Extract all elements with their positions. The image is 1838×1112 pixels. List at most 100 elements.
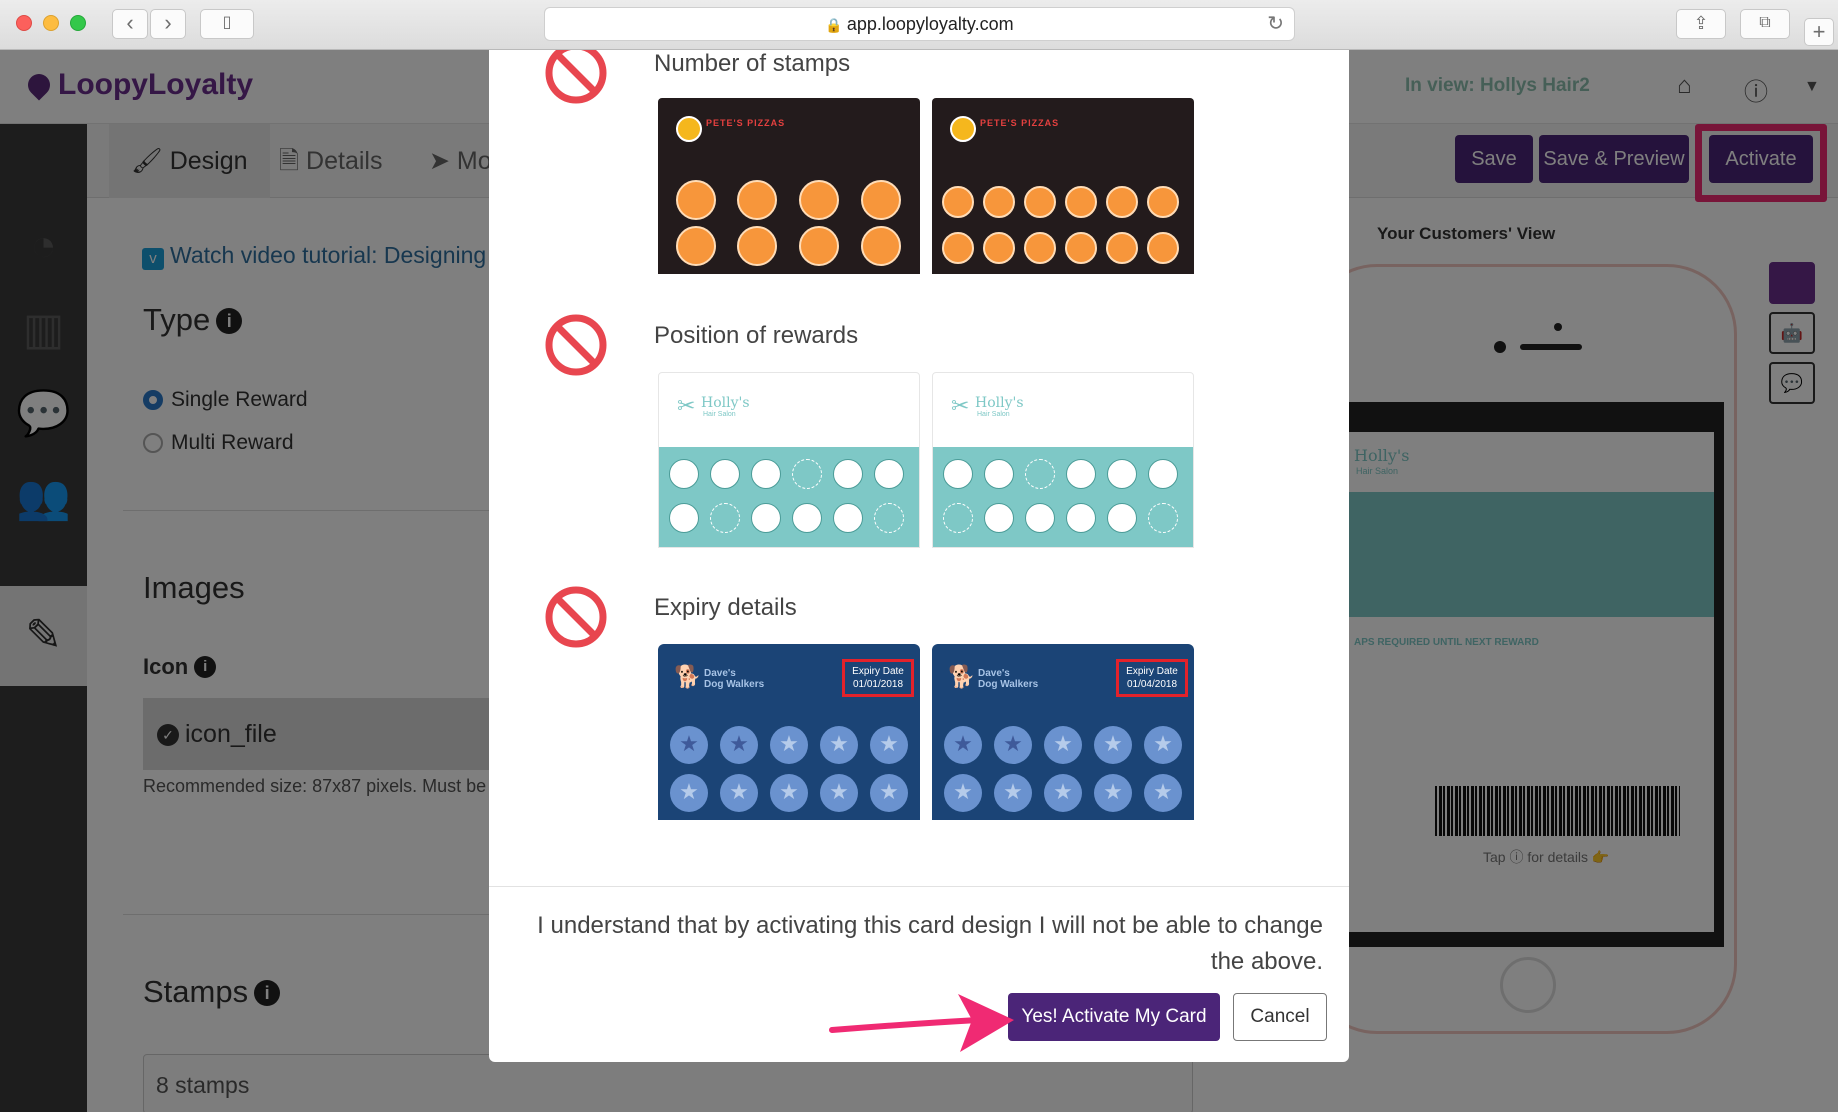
dave-brand: Dave's Dog Walkers — [704, 668, 764, 690]
pizza-stamp — [861, 180, 901, 220]
pizza-brand: PETE'S PIZZAS — [706, 118, 786, 128]
scissors-icon: ✂ — [951, 393, 970, 418]
holly-stamp — [874, 459, 904, 489]
star-stamp: ★ — [1144, 726, 1182, 764]
close-window-button[interactable] — [16, 15, 32, 31]
card-example-expiry-a: 🐕 Dave's Dog Walkers Expiry Date 01/01/201… — [658, 644, 920, 820]
understand-text: I understand that by activating this car… — [537, 912, 1323, 975]
pizza-stamp — [983, 186, 1015, 218]
expiry-box: Expiry Date 01/01/2018 — [842, 659, 914, 697]
activate-confirm-modal: Number of stamps PETE'S PIZZAS PETE'S PI… — [489, 50, 1349, 1062]
scissors-icon: ✂ — [677, 393, 696, 418]
pizza-stamp — [1147, 186, 1179, 218]
forbidden-icon — [545, 50, 607, 104]
holly-stamp — [751, 459, 781, 489]
forbidden-icon — [545, 586, 607, 648]
dave-brand-line-2: Dog Walkers — [978, 679, 1039, 690]
holly-stamp — [1066, 503, 1096, 533]
holly-stamp — [1107, 459, 1137, 489]
star-stamp: ★ — [820, 726, 858, 764]
star-stamp: ★ — [670, 726, 708, 764]
star-stamp: ★ — [770, 774, 808, 812]
holly-stamp — [792, 503, 822, 533]
expiry-date: 01/04/2018 — [1126, 679, 1178, 690]
pizza-brand: PETE'S PIZZAS — [980, 118, 1060, 128]
share-icon: ⇪ — [1693, 13, 1709, 33]
confirm-activate-button[interactable]: Yes! Activate My Card — [1008, 993, 1220, 1041]
pizza-stamp — [861, 226, 901, 266]
pizza-stamp — [737, 226, 777, 266]
forward-button[interactable]: › — [150, 9, 186, 39]
pizza-stamp — [942, 186, 974, 218]
lock-icon: 🔒 — [825, 17, 843, 33]
sidebar-icon: ▯ — [222, 14, 232, 31]
pizza-stamp — [1065, 186, 1097, 218]
pizza-stamp — [1065, 232, 1097, 264]
holly-reward-slot — [874, 503, 904, 533]
tabs-overview-button[interactable]: ⧉ — [1740, 9, 1790, 39]
card-example-reward-position-a: ✂ Holly's Hair Salon — [658, 372, 920, 548]
holly-stamp — [710, 459, 740, 489]
dave-brand: Dave's Dog Walkers — [978, 668, 1038, 690]
holly-reward-slot — [1148, 503, 1178, 533]
star-stamp: ★ — [870, 726, 908, 764]
holly-sub: Hair Salon — [703, 411, 736, 418]
back-button[interactable]: ‹ — [112, 9, 148, 39]
star-stamp: ★ — [720, 726, 758, 764]
holly-reward-slot — [1025, 459, 1055, 489]
holly-stamp — [1025, 503, 1055, 533]
cancel-button[interactable]: Cancel — [1233, 993, 1327, 1041]
pizza-stamp — [942, 232, 974, 264]
pizza-stamp — [1024, 232, 1056, 264]
holly-stamp — [943, 459, 973, 489]
new-tab-button[interactable]: + — [1804, 18, 1834, 46]
star-stamp: ★ — [820, 774, 858, 812]
holly-stamp — [984, 459, 1014, 489]
share-button[interactable]: ⇪ — [1676, 9, 1726, 39]
star-stamp: ★ — [870, 774, 908, 812]
holly-brand: Holly's — [975, 395, 1024, 411]
card-example-expiry-b: 🐕 Dave's Dog Walkers Expiry Date 01/04/201… — [932, 644, 1194, 820]
dog-icon: 🐕 — [948, 664, 976, 689]
holly-sub: Hair Salon — [977, 411, 1010, 418]
zoom-window-button[interactable] — [70, 15, 86, 31]
reload-icon[interactable]: ↻ — [1267, 8, 1284, 40]
sidebar-toggle-button[interactable]: ▯ — [200, 9, 254, 39]
holly-stamp — [833, 503, 863, 533]
pizza-stamp — [1024, 186, 1056, 218]
star-stamp: ★ — [770, 726, 808, 764]
card-example-12-stamps: PETE'S PIZZAS — [932, 98, 1194, 274]
star-stamp: ★ — [670, 774, 708, 812]
expiry-box: Expiry Date 01/04/2018 — [1116, 659, 1188, 697]
star-stamp: ★ — [1144, 774, 1182, 812]
holly-stamp — [833, 459, 863, 489]
expiry-label: Expiry Date — [1126, 666, 1178, 677]
address-bar[interactable]: 🔒 app.loopyloyalty.com ↻ — [544, 7, 1295, 41]
pizza-stamp — [1106, 186, 1138, 218]
holly-stamp — [669, 503, 699, 533]
holly-stamp — [1148, 459, 1178, 489]
star-stamp: ★ — [944, 774, 982, 812]
pointer-arrow-icon — [829, 994, 1014, 1052]
url-text: app.loopyloyalty.com — [846, 14, 1014, 34]
pizza-stamp — [799, 180, 839, 220]
pizza-logo-icon — [676, 116, 702, 142]
dave-brand-line-1: Dave's — [978, 668, 1010, 679]
dave-brand-line-2: Dog Walkers — [704, 679, 765, 690]
pizza-stamp — [676, 226, 716, 266]
holly-stamp — [984, 503, 1014, 533]
stamp-band — [933, 447, 1193, 547]
dog-icon: 🐕 — [674, 664, 702, 689]
star-stamp: ★ — [720, 774, 758, 812]
pizza-stamp — [1106, 232, 1138, 264]
tabs-icon: ⧉ — [1759, 14, 1771, 31]
pizza-stamp — [737, 180, 777, 220]
holly-reward-slot — [792, 459, 822, 489]
minimize-window-button[interactable] — [43, 15, 59, 31]
star-stamp: ★ — [1044, 726, 1082, 764]
chevron-right-icon: › — [164, 10, 172, 35]
holly-reward-slot — [710, 503, 740, 533]
holly-stamp — [1066, 459, 1096, 489]
dave-brand-line-1: Dave's — [704, 668, 736, 679]
chevron-left-icon: ‹ — [126, 10, 134, 35]
